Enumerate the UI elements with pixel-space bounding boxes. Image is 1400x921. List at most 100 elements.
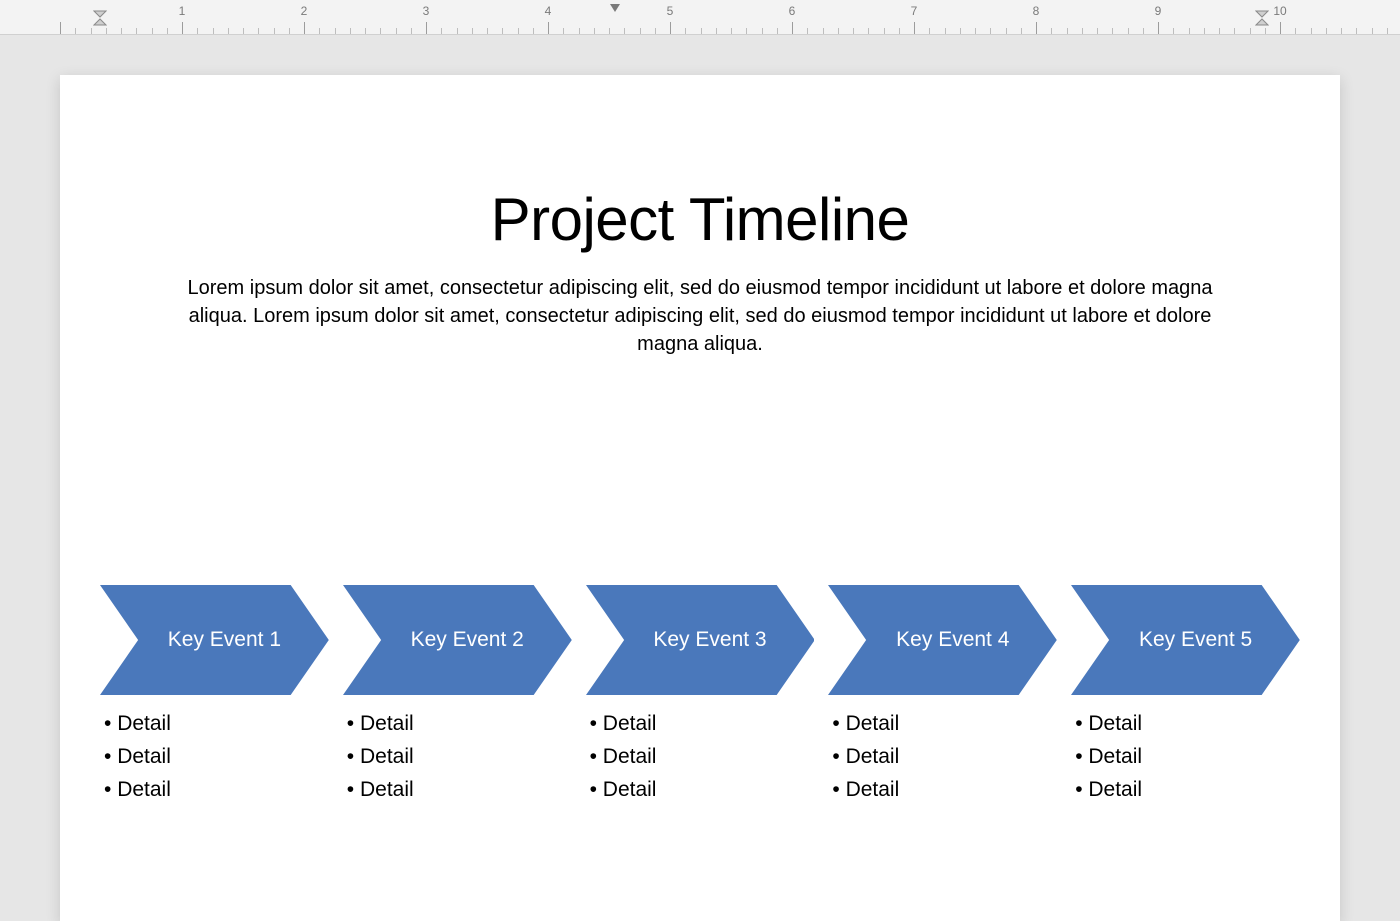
event-detail[interactable]: Detail — [1075, 773, 1300, 806]
ruler-tick — [1219, 28, 1220, 34]
slide[interactable]: Project Timeline Lorem ipsum dolor sit a… — [60, 75, 1340, 921]
ruler-tick — [213, 28, 214, 34]
ruler-tick — [1341, 28, 1342, 34]
event-detail[interactable]: Detail — [1075, 707, 1300, 740]
tab-stop-marker[interactable] — [610, 4, 620, 12]
ruler-tick — [823, 28, 824, 34]
chevron-label: Key Event 1 — [148, 628, 281, 652]
event-detail[interactable]: Detail — [104, 740, 329, 773]
ruler-tick — [777, 28, 778, 34]
ruler-number: 4 — [545, 4, 552, 18]
ruler-tick — [1189, 28, 1190, 34]
ruler-number: 5 — [667, 4, 674, 18]
chevron-label: Key Event 5 — [1119, 628, 1252, 652]
event-detail[interactable]: Detail — [832, 707, 1057, 740]
ruler-tick — [1128, 28, 1129, 34]
ruler-tick — [1250, 28, 1251, 34]
ruler-tick — [731, 28, 732, 34]
ruler-tick — [106, 28, 107, 34]
slide-description[interactable]: Lorem ipsum dolor sit amet, consectetur … — [170, 274, 1230, 358]
ruler-tick — [411, 28, 412, 34]
chevron-label: Key Event 3 — [633, 628, 766, 652]
ruler-tick — [990, 28, 991, 34]
ruler-tick — [1356, 28, 1357, 34]
ruler-tick — [655, 28, 656, 34]
ruler-tick — [640, 28, 641, 34]
ruler-tick — [670, 22, 671, 34]
ruler-tick — [868, 28, 869, 34]
ruler-tick — [1021, 28, 1022, 34]
ruler-tick — [1158, 22, 1159, 34]
ruler-tick — [533, 28, 534, 34]
event-details[interactable]: DetailDetailDetail — [586, 707, 815, 806]
ruler-tick — [487, 28, 488, 34]
chevron-shape[interactable]: Key Event 3 — [586, 585, 815, 695]
chevron-label: Key Event 4 — [876, 628, 1009, 652]
ruler-number: 10 — [1273, 4, 1286, 18]
ruler-tick — [518, 28, 519, 34]
ruler-tick — [182, 22, 183, 34]
event-details[interactable]: DetailDetailDetail — [1071, 707, 1300, 806]
right-indent-marker[interactable] — [1255, 10, 1269, 26]
ruler-tick — [1097, 28, 1098, 34]
ruler-tick — [152, 28, 153, 34]
timeline-event[interactable]: Key Event 1DetailDetailDetail — [100, 585, 329, 806]
event-detail[interactable]: Detail — [590, 740, 815, 773]
ruler-tick — [1387, 28, 1388, 34]
event-details[interactable]: DetailDetailDetail — [100, 707, 329, 806]
ruler-tick — [1265, 28, 1266, 34]
slide-title[interactable]: Project Timeline — [60, 185, 1340, 254]
chevron-shape[interactable]: Key Event 2 — [343, 585, 572, 695]
event-detail[interactable]: Detail — [104, 773, 329, 806]
horizontal-ruler[interactable]: 12345678910 — [0, 0, 1400, 35]
ruler-number: 7 — [911, 4, 918, 18]
chevron-label: Key Event 2 — [391, 628, 524, 652]
event-detail[interactable]: Detail — [104, 707, 329, 740]
chevron-shape[interactable]: Key Event 5 — [1071, 585, 1300, 695]
ruler-number: 1 — [179, 4, 186, 18]
ruler-tick — [1280, 22, 1281, 34]
ruler-tick — [884, 28, 885, 34]
ruler-tick — [1234, 28, 1235, 34]
event-detail[interactable]: Detail — [590, 707, 815, 740]
chevron-shape[interactable]: Key Event 4 — [828, 585, 1057, 695]
event-detail[interactable]: Detail — [347, 773, 572, 806]
ruler-tick — [762, 28, 763, 34]
event-detail[interactable]: Detail — [832, 773, 1057, 806]
ruler-tick — [716, 28, 717, 34]
ruler-tick — [548, 22, 549, 34]
event-details[interactable]: DetailDetailDetail — [343, 707, 572, 806]
ruler-tick — [1295, 28, 1296, 34]
ruler-tick — [792, 22, 793, 34]
event-detail[interactable]: Detail — [832, 740, 1057, 773]
timeline-event[interactable]: Key Event 3DetailDetailDetail — [586, 585, 815, 806]
ruler-tick — [121, 28, 122, 34]
ruler-tick — [1067, 28, 1068, 34]
ruler-tick — [609, 28, 610, 34]
left-indent-marker[interactable] — [93, 10, 107, 26]
ruler-tick — [1173, 28, 1174, 34]
ruler-tick — [228, 28, 229, 34]
canvas-area[interactable]: Project Timeline Lorem ipsum dolor sit a… — [0, 35, 1400, 921]
event-details[interactable]: DetailDetailDetail — [828, 707, 1057, 806]
ruler-number: 8 — [1033, 4, 1040, 18]
timeline-event[interactable]: Key Event 2DetailDetailDetail — [343, 585, 572, 806]
ruler-tick — [60, 22, 61, 34]
ruler-tick — [1143, 28, 1144, 34]
timeline-event[interactable]: Key Event 5DetailDetailDetail — [1071, 585, 1300, 806]
event-detail[interactable]: Detail — [1075, 740, 1300, 773]
timeline[interactable]: Key Event 1DetailDetailDetailKey Event 2… — [100, 585, 1300, 806]
ruler-tick — [335, 28, 336, 34]
chevron-shape[interactable]: Key Event 1 — [100, 585, 329, 695]
ruler-tick — [685, 28, 686, 34]
event-detail[interactable]: Detail — [347, 707, 572, 740]
event-detail[interactable]: Detail — [590, 773, 815, 806]
ruler-tick — [746, 28, 747, 34]
timeline-event[interactable]: Key Event 4DetailDetailDetail — [828, 585, 1057, 806]
ruler-tick — [1204, 28, 1205, 34]
ruler-tick — [807, 28, 808, 34]
ruler-tick — [426, 22, 427, 34]
ruler-tick — [258, 28, 259, 34]
ruler-tick — [914, 22, 915, 34]
event-detail[interactable]: Detail — [347, 740, 572, 773]
